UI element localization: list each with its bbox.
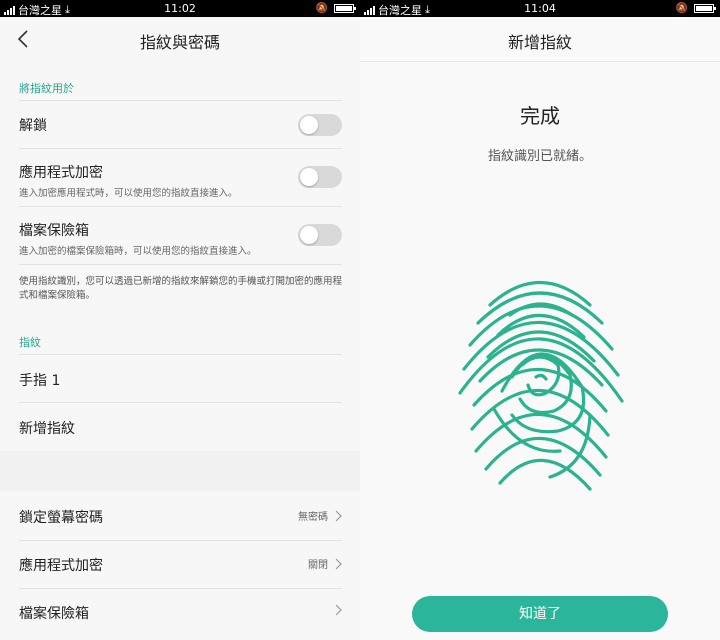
unlock-label: 解鎖 [19, 118, 47, 134]
file-vault-label: 檔案保險箱 [19, 606, 89, 622]
screen-lock-row[interactable]: 鎖定螢幕密碼 無密碼 [19, 507, 342, 527]
screen-lock-value: 無密碼 [298, 512, 328, 523]
mute-icon: 🔕 [675, 3, 688, 14]
divider [19, 206, 342, 207]
app-lock-sub: 進入加密應用程式時，可以使用您的指紋直接進入。 [19, 188, 238, 199]
app-encrypt-row[interactable]: 應用程式加密 關閉 [19, 555, 342, 575]
title-bar: 指紋與密碼 [0, 17, 360, 61]
file-safe-label: 檔案保險箱 [19, 223, 89, 239]
divider [19, 264, 342, 265]
page-title: 指紋與密碼 [139, 33, 220, 52]
battery-icon [334, 4, 356, 13]
divider [19, 354, 342, 355]
status-time: 11:04 [524, 2, 556, 15]
file-safe-row[interactable]: 檔案保險箱 進入加密的檔案保險箱時，可以使用您的指紋直接進入。 [19, 220, 342, 257]
ready-message: 指紋識別已就緒。 [487, 149, 592, 164]
divider [360, 61, 720, 62]
section-header-use: 將指紋用於 [19, 82, 74, 95]
got-it-button[interactable]: 知道了 [412, 596, 668, 632]
battery-icon [694, 4, 716, 13]
divider [19, 540, 342, 541]
fingerprint-icon [458, 280, 624, 491]
section-gap [0, 451, 360, 491]
divider [19, 402, 342, 403]
add-fingerprint-label: 新增指紋 [19, 421, 75, 437]
status-bar: 台灣之星 ⤓ 11:04 🔕 [360, 0, 720, 17]
status-time: 11:02 [164, 2, 196, 15]
app-encrypt-value: 關閉 [308, 560, 328, 571]
file-vault-row[interactable]: 檔案保險箱 [19, 603, 342, 623]
app-lock-row[interactable]: 應用程式加密 進入加密應用程式時，可以使用您的指紋直接進入。 [19, 162, 342, 199]
title-bar: 新增指紋 [360, 17, 720, 61]
file-safe-sub: 進入加密的檔案保險箱時，可以使用您的指紋直接進入。 [19, 246, 257, 257]
file-safe-toggle[interactable] [298, 224, 342, 246]
fingerprint-description: 使用指紋識別，您可以透過已新增的指紋來解鎖您的手機或打開加密的應用程式和檔案保險… [19, 276, 343, 301]
chevron-right-icon [335, 510, 342, 521]
unlock-row[interactable]: 解鎖 [19, 114, 342, 137]
done-heading: 完成 [520, 104, 560, 128]
screen-lock-label: 鎖定螢幕密碼 [19, 510, 103, 526]
enroll-screen: 台灣之星 ⤓ 11:04 🔕 新增指紋 完成 指紋識別已就緒。 知道了 [360, 0, 720, 640]
chevron-right-icon [335, 558, 342, 569]
unlock-toggle[interactable] [298, 114, 342, 136]
add-fingerprint-row[interactable]: 新增指紋 [19, 418, 342, 438]
divider [19, 100, 342, 101]
settings-screen: 台灣之星 ⤓ 11:02 🔕 指紋與密碼 將指紋用於 解鎖 應用程式加密 進入加… [0, 0, 360, 640]
fingerprint-item-1[interactable]: 手指 1 [19, 370, 342, 390]
section-header-fingerprints: 指紋 [19, 336, 41, 349]
app-lock-label: 應用程式加密 [19, 165, 103, 181]
app-encrypt-label: 應用程式加密 [19, 558, 103, 574]
page-title: 新增指紋 [507, 33, 572, 52]
divider [19, 148, 342, 149]
finger-1-label: 手指 1 [19, 373, 61, 389]
mute-icon: 🔕 [315, 3, 328, 14]
chevron-right-icon [335, 604, 342, 616]
status-bar: 台灣之星 ⤓ 11:02 🔕 [0, 0, 360, 17]
divider [19, 588, 342, 589]
app-lock-toggle[interactable] [298, 166, 342, 188]
